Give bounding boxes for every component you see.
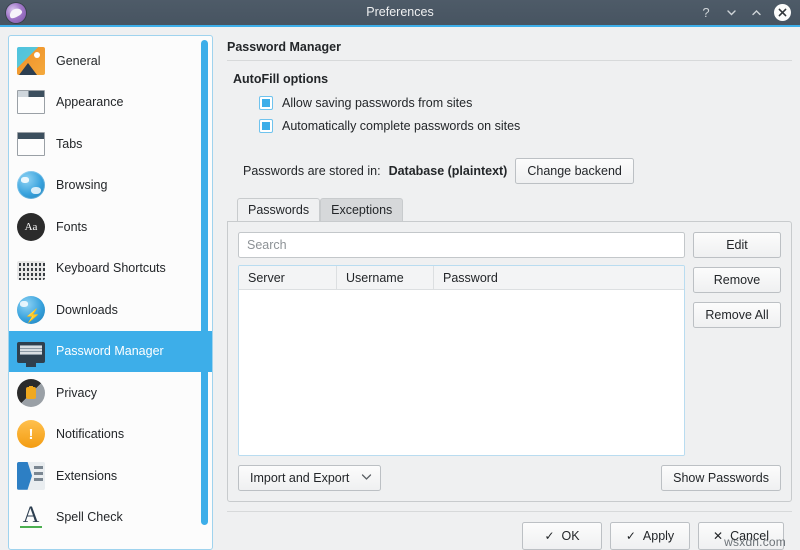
tab-body: Search Server Username Password Edit Rem… — [238, 232, 781, 456]
tab-strip: Passwords Exceptions — [227, 198, 792, 221]
sidebar-item-extensions[interactable]: Extensions — [9, 455, 212, 497]
falkon-logo-icon — [6, 2, 26, 23]
checkbox-row-autocomplete[interactable]: Automatically complete passwords on site… — [259, 119, 792, 133]
sidebar-scrollbar[interactable] — [201, 40, 208, 525]
fonts-aa-icon: Aa — [17, 212, 45, 241]
sidebar-item-spell-check[interactable]: A Spell Check — [9, 497, 212, 539]
autocomplete-passwords-checkbox[interactable] — [259, 119, 273, 133]
import-and-export-button[interactable]: Import and Export — [238, 465, 382, 491]
table-action-buttons: Edit Remove Remove All — [693, 232, 781, 456]
close-icon[interactable] — [774, 4, 791, 21]
sidebar-item-label: General — [56, 53, 101, 68]
allow-saving-passwords-checkbox[interactable] — [259, 96, 273, 110]
ok-button[interactable]: ✓ OK — [522, 522, 603, 550]
sidebar-item-label: Tabs — [56, 136, 83, 151]
password-tabbox: Passwords Exceptions Search Server Usern… — [227, 198, 792, 502]
sidebar-item-downloads[interactable]: Downloads — [9, 289, 212, 331]
remove-button[interactable]: Remove — [693, 267, 781, 293]
sidebar-item-label: Password Manager — [56, 344, 164, 359]
preferences-main-panel: Password Manager AutoFill options Allow … — [221, 35, 792, 550]
column-header-password[interactable]: Password — [434, 266, 684, 289]
show-passwords-button[interactable]: Show Passwords — [661, 465, 781, 491]
sidebar-item-fonts[interactable]: Aa Fonts — [9, 206, 212, 248]
sidebar-item-label: Spell Check — [56, 510, 123, 525]
chevron-down-icon[interactable] — [724, 6, 738, 20]
ok-label: OK — [561, 529, 580, 543]
window-title: Preferences — [366, 5, 434, 19]
change-backend-button[interactable]: Change backend — [515, 158, 634, 184]
title-divider — [227, 60, 792, 61]
sidebar-item-label: Browsing — [56, 178, 108, 193]
chevron-down-icon — [361, 473, 372, 484]
sidebar-item-notifications[interactable]: ! Notifications — [9, 414, 212, 456]
sidebar-item-label: Extensions — [56, 468, 118, 483]
sidebar-item-general[interactable]: General — [9, 40, 212, 82]
sidebar-item-label: Fonts — [56, 219, 88, 234]
sidebar-item-privacy[interactable]: Privacy — [9, 372, 212, 414]
sidebar-item-tabs[interactable]: Tabs — [9, 123, 212, 165]
sidebar-item-label: Privacy — [56, 385, 97, 400]
apply-button[interactable]: ✓ Apply — [610, 522, 691, 550]
checkbox-label: Automatically complete passwords on site… — [282, 119, 521, 133]
checkbox-label: Allow saving passwords from sites — [282, 96, 473, 110]
search-input[interactable]: Search — [238, 232, 685, 258]
sidebar-item-label: Notifications — [56, 427, 125, 442]
sidebar-item-label: Keyboard Shortcuts — [56, 261, 166, 276]
globe-icon — [17, 171, 45, 200]
tab-passwords[interactable]: Passwords — [237, 198, 321, 221]
sidebar-item-appearance[interactable]: Appearance — [9, 82, 212, 124]
keyboard-icon — [17, 261, 45, 281]
backend-value: Database (plaintext) — [388, 164, 508, 178]
backend-row: Passwords are stored in: Database (plain… — [243, 158, 792, 184]
table-header-row: Server Username Password — [239, 266, 684, 290]
notifications-bell-icon: ! — [17, 420, 45, 449]
passwords-table[interactable]: Server Username Password — [238, 265, 685, 456]
title-bar: Preferences ? — [0, 0, 800, 27]
sidebar-item-label: Downloads — [56, 302, 118, 317]
import-export-label: Import and Export — [250, 471, 350, 485]
sidebar-item-keyboard-shortcuts[interactable]: Keyboard Shortcuts — [9, 248, 212, 290]
column-header-server[interactable]: Server — [239, 266, 337, 289]
tab-panel-passwords: Search Server Username Password Edit Rem… — [227, 221, 792, 502]
close-x-icon: ✕ — [713, 529, 724, 543]
table-rows-empty — [239, 290, 684, 455]
watermark: wsxdn.com — [724, 535, 786, 549]
check-icon: ✓ — [625, 529, 636, 543]
autofill-group-title: AutoFill options — [233, 72, 329, 86]
table-area: Search Server Username Password — [238, 232, 685, 456]
column-header-username[interactable]: Username — [337, 266, 434, 289]
sidebar-item-password-manager[interactable]: Password Manager — [9, 330, 212, 372]
extensions-icon — [17, 461, 45, 490]
page-title: Password Manager — [227, 40, 341, 54]
window-controls: ? — [699, 4, 800, 21]
chevron-up-icon[interactable] — [749, 6, 763, 20]
remove-all-button[interactable]: Remove All — [693, 302, 781, 328]
sidebar-item-label: Appearance — [56, 95, 124, 110]
downloads-icon — [17, 295, 45, 324]
general-icon — [17, 46, 45, 75]
edit-button[interactable]: Edit — [693, 232, 781, 258]
tab-footer: Import and Export Show Passwords — [238, 465, 781, 491]
checkbox-row-allow-saving[interactable]: Allow saving passwords from sites — [259, 96, 792, 110]
privacy-lock-icon — [17, 378, 45, 407]
window-content: General Appearance Tabs Browsing Aa Font… — [0, 27, 800, 550]
preferences-sidebar: General Appearance Tabs Browsing Aa Font… — [8, 35, 213, 550]
help-icon[interactable]: ? — [699, 6, 713, 20]
spell-check-icon: A — [17, 503, 45, 531]
appearance-window-icon — [17, 90, 45, 115]
tab-exceptions[interactable]: Exceptions — [320, 198, 404, 221]
sidebar-item-browsing[interactable]: Browsing — [9, 165, 212, 207]
apply-label: Apply — [642, 529, 675, 543]
tabs-window-icon — [17, 131, 45, 156]
check-icon: ✓ — [544, 529, 555, 543]
sidebar-list: General Appearance Tabs Browsing Aa Font… — [9, 36, 212, 542]
preferences-window: Preferences ? General Appearance Tabs Br… — [0, 0, 800, 550]
password-manager-icon — [17, 341, 45, 367]
backend-label: Passwords are stored in: — [243, 164, 381, 178]
dialog-button-bar: ✓ OK ✓ Apply ✕ Cancel wsxdn.com — [227, 511, 792, 550]
